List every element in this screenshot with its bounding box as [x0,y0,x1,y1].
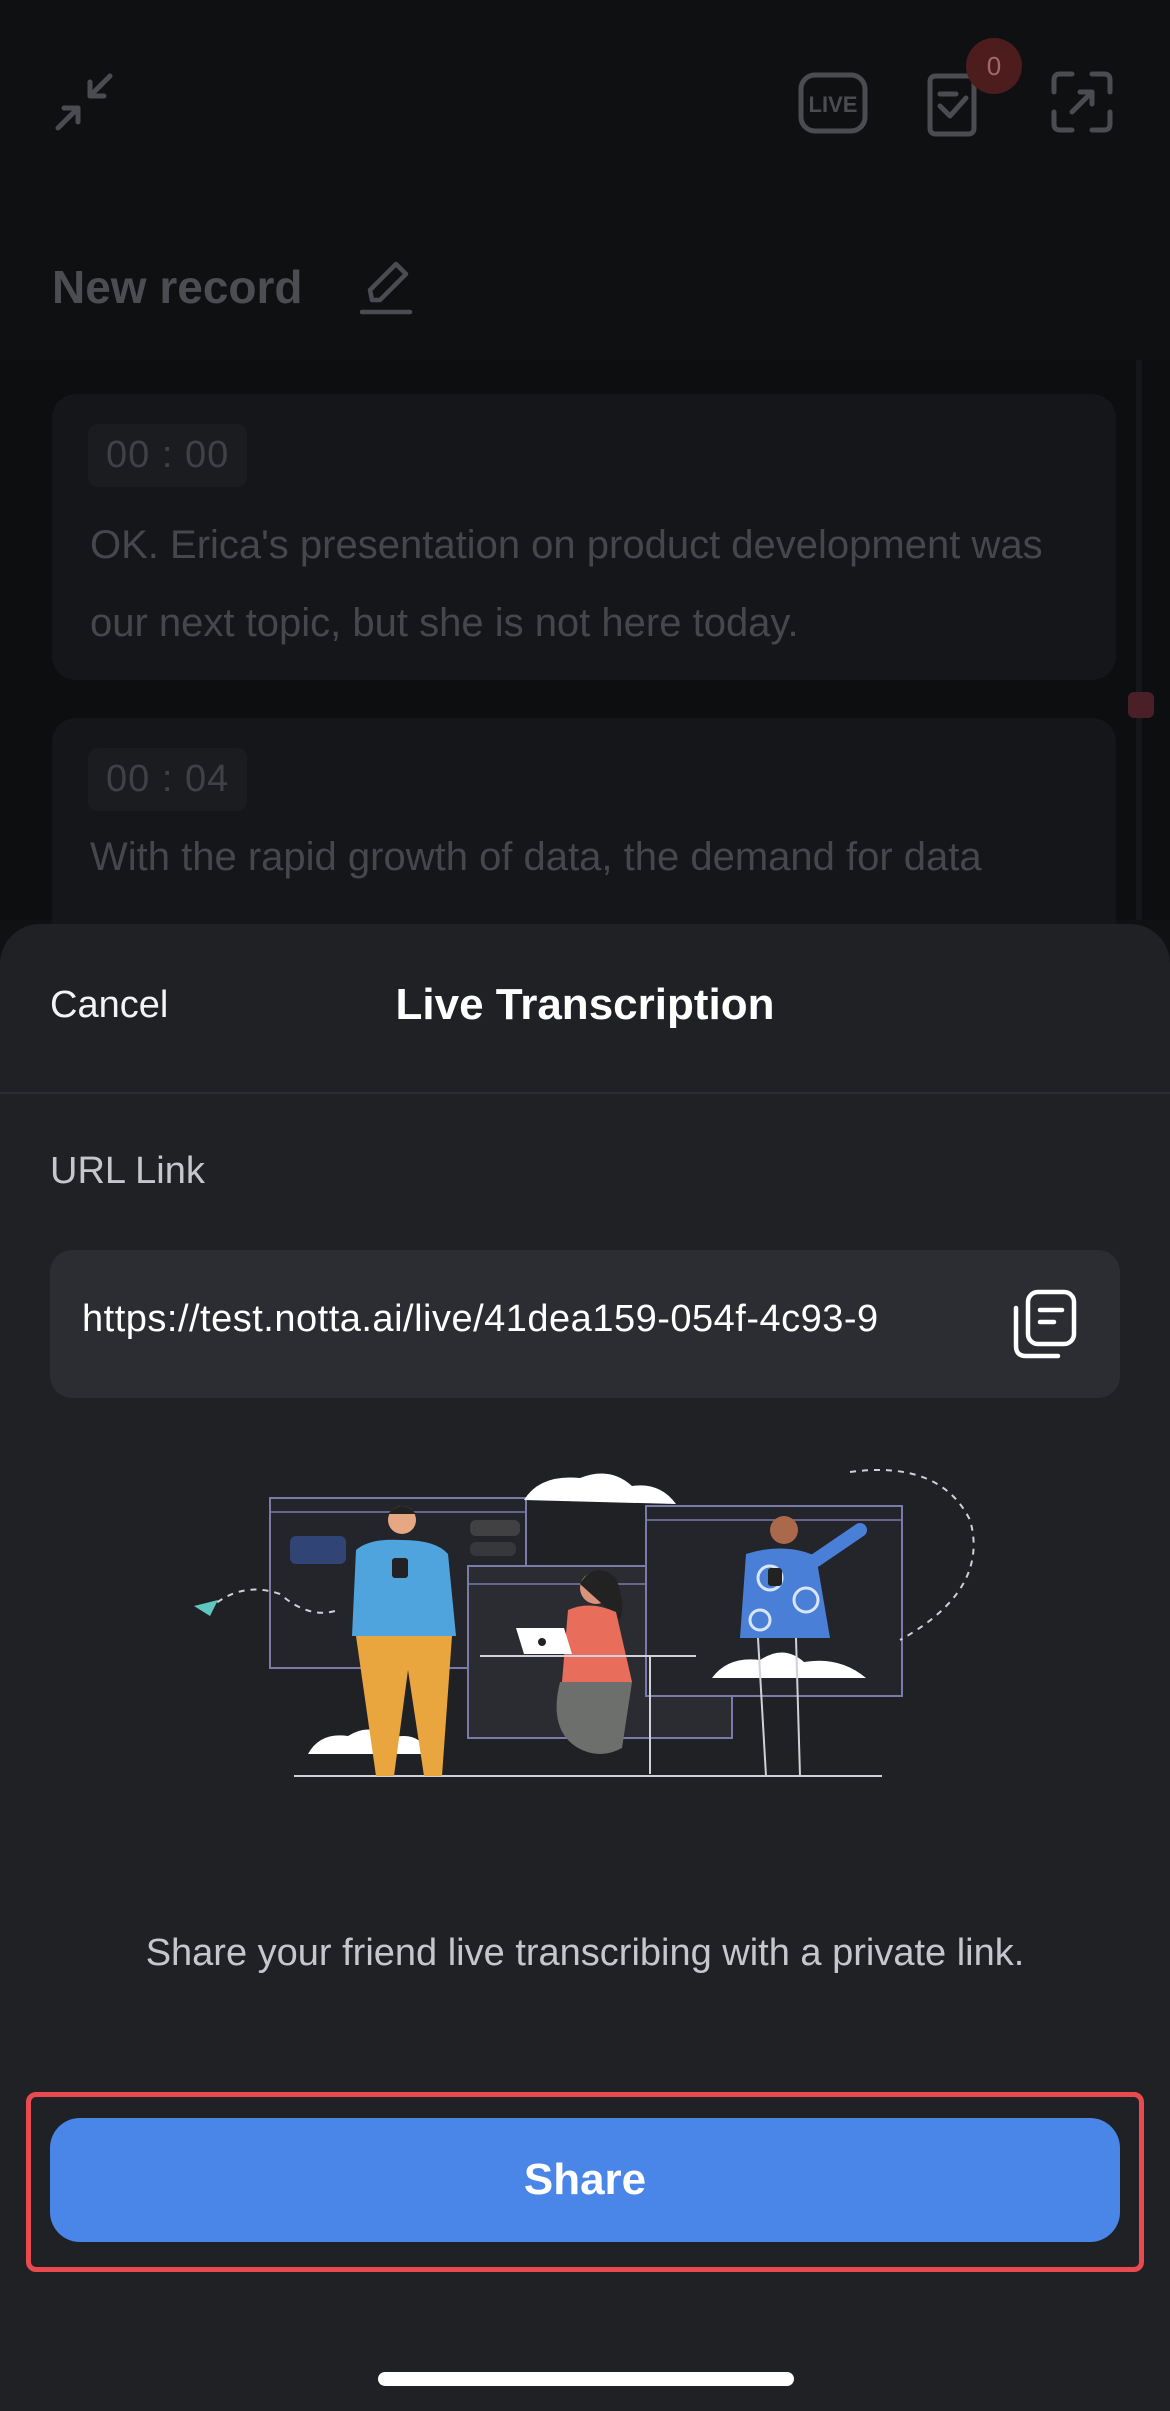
transcript-text: OK. Erica's presentation on product deve… [90,523,1043,645]
edit-icon[interactable] [358,256,414,316]
url-value[interactable]: https://test.notta.ai/live/41dea159-054f… [82,1298,942,1341]
url-field[interactable]: https://test.notta.ai/live/41dea159-054f… [50,1250,1120,1398]
top-bar: LIVE 0 New record [0,0,1170,360]
home-indicator[interactable] [378,2372,794,2386]
transcript-text: With the rapid growth of data, the deman… [90,835,982,879]
share-sheet: Cancel Live Transcription URL Link https… [0,924,1170,2411]
copy-icon[interactable] [1010,1288,1080,1360]
share-illustration [194,1469,975,1777]
svg-text:LIVE: LIVE [809,92,858,117]
transcript-card: 00 : 00 OK. Erica's presentation on prod… [52,394,1116,680]
url-label: URL Link [50,1150,205,1192]
collapse-icon[interactable] [52,70,116,134]
sheet-title: Live Transcription [395,980,775,1029]
record-title[interactable]: New record [52,260,303,314]
scrollbar-track [1136,360,1142,920]
sheet-header: Cancel Live Transcription [0,924,1170,1094]
notification-badge: 0 [966,38,1022,94]
scrollbar-thumb[interactable] [1128,692,1154,718]
timestamp: 00 : 00 [88,424,248,487]
live-icon[interactable]: LIVE [798,72,868,134]
share-description: Share your friend live transcribing with… [145,1932,1025,1974]
share-button[interactable]: Share [50,2118,1120,2242]
timestamp: 00 : 04 [88,748,248,811]
transcript-card: 00 : 04 With the rapid growth of data, t… [52,718,1116,958]
expand-icon[interactable] [1050,70,1114,134]
